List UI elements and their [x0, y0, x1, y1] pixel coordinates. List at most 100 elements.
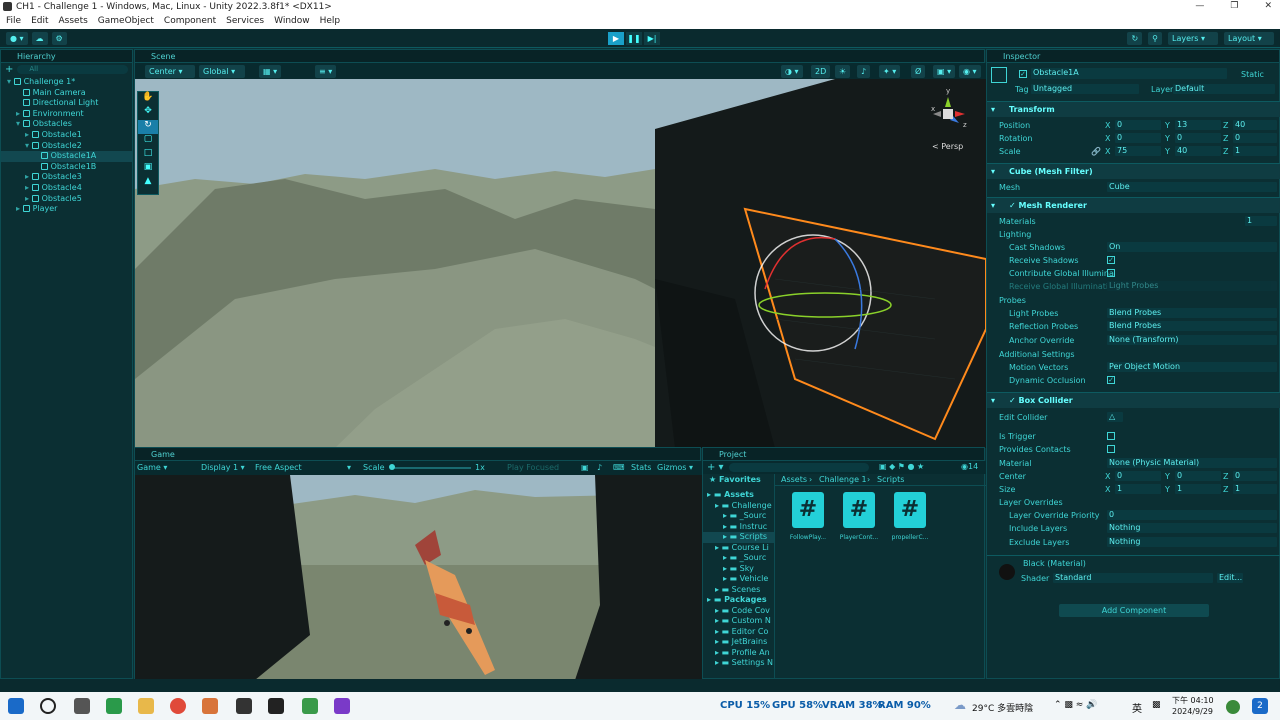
tray-icons[interactable]: ⌃ ▩ ≈ 🔊	[1054, 700, 1097, 710]
clock-time[interactable]: 下午 04:10	[1172, 695, 1214, 706]
reflection-probes-dropdown[interactable]: Blend Probes	[1107, 321, 1277, 331]
rotate-tool-icon[interactable]: ↻	[138, 120, 158, 134]
play-button[interactable]: ▶	[608, 32, 624, 45]
menu-window[interactable]: Window	[274, 14, 310, 29]
history-icon[interactable]: ↻	[1127, 32, 1143, 45]
physic-material-field[interactable]: None (Physic Material)	[1107, 458, 1277, 468]
object-name-input[interactable]: Obstacle1A	[1031, 68, 1227, 79]
hierarchy-item[interactable]: ▸ Obstacle1	[1, 130, 132, 141]
game-viewport[interactable]	[135, 475, 702, 680]
motion-vectors-dropdown[interactable]: Per Object Motion	[1107, 362, 1277, 372]
windows-start-icon[interactable]	[8, 698, 24, 714]
search-icon[interactable]: ⚲	[1148, 32, 1162, 45]
hierarchy-item[interactable]: ▸ Directional Light	[1, 98, 132, 109]
hierarchy-item[interactable]: ▸ Obstacle5	[1, 194, 132, 205]
hierarchy-item[interactable]: ▸ Main Camera	[1, 88, 132, 99]
scale-slider[interactable]	[391, 467, 471, 469]
edit-collider-button[interactable]: △	[1107, 412, 1123, 422]
maximize-icon[interactable]: ❐	[1230, 1, 1238, 11]
space-dropdown[interactable]: Global ▾	[199, 65, 245, 78]
snap-increment-icon[interactable]: ≡ ▾	[315, 65, 337, 78]
hierarchy-search-input[interactable]: All	[17, 65, 128, 74]
chrome-icon[interactable]	[170, 698, 186, 714]
pause-button[interactable]: ❚❚	[626, 32, 642, 45]
taskbar-app-icon[interactable]	[74, 698, 90, 714]
audio-toggle-icon[interactable]: ♪	[857, 65, 871, 78]
project-folder-item[interactable]: ▸ ▬ Instruc	[703, 522, 774, 533]
size-z[interactable]: 1	[1233, 484, 1277, 494]
tab-scene[interactable]: Scene	[135, 50, 984, 63]
display-dropdown[interactable]: Display 1 ▾	[201, 463, 245, 472]
aspect-dropdown[interactable]: Free Aspect	[255, 463, 302, 472]
layout-dropdown[interactable]: Layout ▾	[1224, 32, 1274, 45]
project-folder-item[interactable]: ▸ ▬ Challenge	[703, 501, 774, 512]
effects-icon[interactable]: ✦ ▾	[879, 65, 901, 78]
close-icon[interactable]: ✕	[1264, 1, 1272, 11]
mute-audio-icon[interactable]: ♪	[597, 463, 602, 472]
ime-indicator[interactable]: 英	[1132, 700, 1142, 715]
hierarchy-item[interactable]: ▸ Obstacle1B	[1, 162, 132, 173]
orientation-gizmo[interactable]: y x z	[923, 87, 973, 139]
project-folder-item[interactable]: ▸ ▬ Scenes	[703, 585, 774, 596]
grid-snap-icon[interactable]: ▦ ▾	[259, 65, 282, 78]
script-asset[interactable]: # PlayerCont...	[836, 492, 882, 541]
tag-dropdown[interactable]: Untagged	[1031, 84, 1139, 94]
expand-arrow-icon[interactable]: ▸	[25, 130, 32, 139]
tab-hierarchy[interactable]: Hierarchy	[1, 50, 132, 63]
hierarchy-item[interactable]: ▸ Obstacle3	[1, 172, 132, 183]
unity-hub-icon[interactable]	[236, 698, 252, 714]
move-tool-icon[interactable]: ✥	[138, 106, 158, 120]
favorites-item[interactable]: ★ Favorites	[703, 474, 774, 486]
expand-arrow-icon[interactable]: ▾	[7, 77, 14, 86]
minimize-icon[interactable]: —	[1195, 1, 1204, 11]
stats-button[interactable]: Stats	[631, 463, 651, 472]
script-asset[interactable]: # FollowPlay...	[785, 492, 831, 541]
scene-viewport[interactable]: ✋ ✥ ↻ ▢ □ ▣ ▲ y x z < Persp	[135, 79, 986, 448]
custom-tool-icon[interactable]: ▲	[138, 176, 158, 190]
notification-count[interactable]: 2	[1252, 698, 1268, 714]
project-folder-item[interactable]: ▸ ▬ _Sourc	[703, 553, 774, 564]
game-mode-dropdown[interactable]: Game ▾	[137, 463, 167, 472]
add-icon[interactable]: +	[5, 64, 13, 75]
project-folder-item[interactable]: ▸ ▬ Custom N	[703, 616, 774, 627]
scale-y[interactable]: 40	[1175, 146, 1221, 156]
scale-z[interactable]: 1	[1233, 146, 1277, 156]
scale-slider-handle[interactable]	[389, 464, 395, 470]
tab-game[interactable]: Game	[135, 448, 700, 461]
taskbar-app-icon[interactable]	[302, 698, 318, 714]
file-explorer-icon[interactable]	[138, 698, 154, 714]
gizmos-icon[interactable]: ◉ ▾	[959, 65, 981, 78]
project-folder-item[interactable]: ▸ ▬ Settings N	[703, 658, 774, 669]
mesh-filter-header[interactable]: ▾ Cube (Mesh Filter)	[987, 163, 1280, 179]
transform-header[interactable]: ▾ Transform	[987, 101, 1280, 117]
scale-x[interactable]: 75	[1115, 146, 1161, 156]
transform-tool-icon[interactable]: ▣	[138, 162, 158, 176]
script-asset[interactable]: # propellerC...	[887, 492, 933, 541]
center-z[interactable]: 0	[1233, 471, 1277, 481]
rect-tool-icon[interactable]: □	[138, 148, 158, 162]
size-x[interactable]: 1	[1115, 484, 1161, 494]
scale-tool-icon[interactable]: ▢	[138, 134, 158, 148]
shortcut-icon[interactable]: ⌨	[613, 463, 625, 472]
play-focused-dropdown[interactable]: Play Focused	[507, 463, 559, 472]
link-icon[interactable]: 🔗	[1091, 145, 1101, 158]
breadcrumb-assets[interactable]: Assets	[781, 475, 807, 484]
collab-icon[interactable]: ⚙	[51, 32, 67, 45]
taskbar-app-icon[interactable]	[106, 698, 122, 714]
tab-inspector[interactable]: Inspector	[987, 50, 1279, 63]
menu-services[interactable]: Services	[226, 14, 264, 29]
materials-count[interactable]: 1	[1245, 216, 1277, 226]
expand-arrow-icon[interactable]: ▸	[16, 204, 23, 213]
shader-edit-button[interactable]: Edit...	[1217, 573, 1243, 583]
lighting-toggle-icon[interactable]: ☀	[835, 65, 851, 78]
mesh-renderer-header[interactable]: ▾ ✓ Mesh Renderer	[987, 197, 1280, 213]
project-folder-item[interactable]: ▸ ▬ _Sourc	[703, 511, 774, 522]
hierarchy-item[interactable]: ▸ Obstacle1A	[1, 151, 132, 162]
notification-icon[interactable]: ▩	[1152, 700, 1161, 710]
persp-label[interactable]: < Persp	[932, 142, 963, 151]
add-asset-icon[interactable]: + ▾	[707, 462, 724, 473]
2d-toggle[interactable]: 2D	[811, 65, 831, 78]
draw-mode-icon[interactable]: ◑ ▾	[781, 65, 803, 78]
project-folder-item[interactable]: ▸ ▬ Sky	[703, 564, 774, 575]
exclude-layers-dropdown[interactable]: Nothing	[1107, 537, 1277, 547]
